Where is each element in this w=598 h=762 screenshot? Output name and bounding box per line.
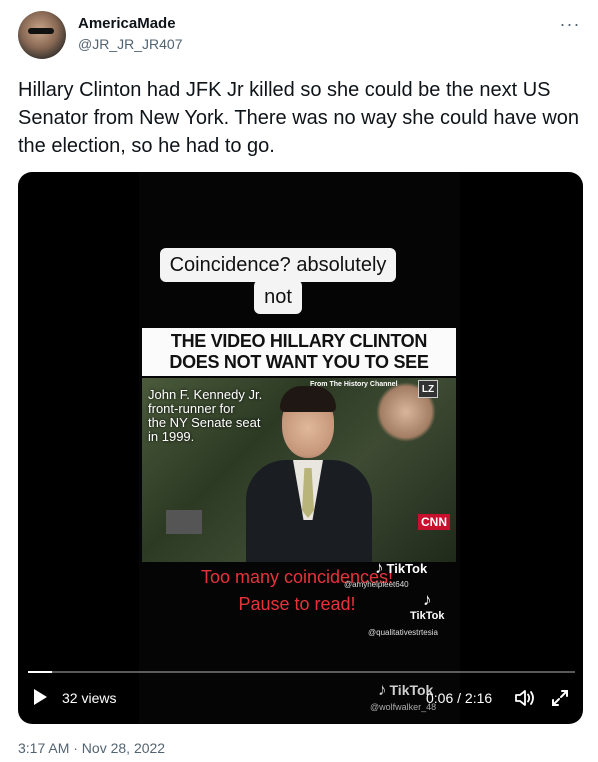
- tiktok-watermark: ♪ TikTok: [410, 590, 444, 622]
- tiktok-label: TikTok: [386, 560, 428, 576]
- clip-info-line: front-runner for: [148, 401, 235, 416]
- avatar-sunglasses: [28, 28, 54, 34]
- lz-logo-icon: LZ: [418, 380, 438, 398]
- video-player[interactable]: Coincidence? absolutely not THE VIDEO HI…: [18, 172, 583, 724]
- banner-line-2: DOES NOT WANT YOU TO SEE: [169, 352, 429, 372]
- author-handle[interactable]: @JR_JR_JR407: [78, 34, 182, 54]
- tiktok-logo-icon: ♪: [422, 590, 432, 609]
- time-display: 0:06 / 2:16: [426, 690, 493, 706]
- avatar[interactable]: [18, 11, 66, 59]
- news-clip: From The History Channel LZ John F. Kenn…: [142, 378, 456, 562]
- clip-info: John F. Kennedy Jr. front-runner for the…: [148, 388, 262, 444]
- clip-corner-graphic: [166, 510, 202, 534]
- video-banner: THE VIDEO HILLARY CLINTON DOES NOT WANT …: [142, 328, 456, 376]
- tweet-timestamp[interactable]: 3:17 AM · Nov 28, 2022: [18, 740, 165, 756]
- person-hair: [280, 386, 336, 412]
- tiktok-watermark: ♪ TikTok: [375, 558, 427, 578]
- tiktok-handle: @amyhelpleet640: [344, 580, 409, 589]
- play-icon[interactable]: [34, 689, 47, 705]
- author-name[interactable]: AmericaMade: [78, 14, 182, 34]
- clip-info-line: the NY Senate seat: [148, 415, 261, 430]
- red-caption-line-2: Pause to read!: [238, 594, 356, 614]
- cnn-logo-icon: CNN: [418, 514, 450, 530]
- progress-fill: [28, 671, 53, 673]
- tiktok-label: TikTok: [410, 610, 445, 622]
- caption-line-1: Coincidence? absolutely: [159, 248, 397, 282]
- video-controls: 32 views 0:06 / 2:16: [18, 676, 583, 724]
- tiktok-logo-icon: ♪: [375, 558, 384, 577]
- author-block[interactable]: AmericaMade @JR_JR_JR407: [78, 14, 182, 54]
- more-options-icon[interactable]: ···: [558, 12, 582, 36]
- tiktok-handle: @qualitativestrtesia: [368, 628, 438, 637]
- clip-info-line: in 1999.: [148, 429, 195, 444]
- video-caption: Coincidence? absolutely not: [149, 248, 407, 314]
- clip-info-line: John F. Kennedy Jr.: [148, 387, 263, 402]
- view-count: 32 views: [62, 690, 117, 706]
- banner-line-1: THE VIDEO HILLARY CLINTON: [170, 331, 428, 351]
- tweet-text: Hillary Clinton had JFK Jr killed so she…: [18, 79, 580, 157]
- progress-bar[interactable]: [28, 671, 575, 673]
- volume-icon[interactable]: [514, 688, 536, 708]
- fullscreen-icon[interactable]: [550, 688, 570, 708]
- caption-line-2: not: [254, 280, 302, 314]
- clip-source: From The History Channel: [310, 381, 398, 388]
